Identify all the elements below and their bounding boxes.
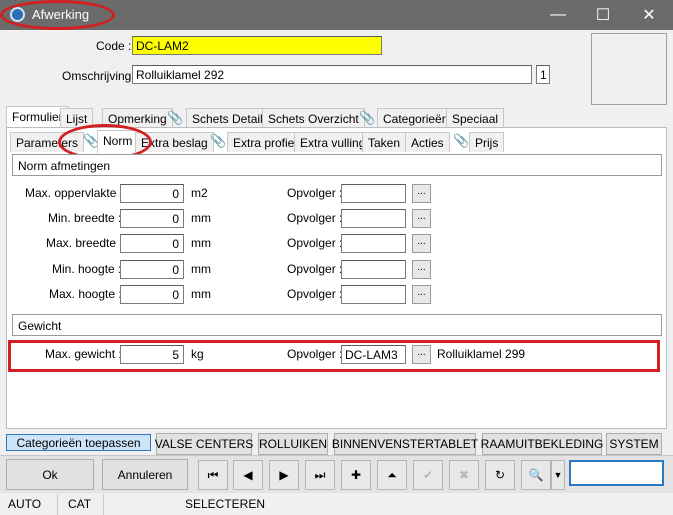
- omschrijving-label: Omschrijving :: [62, 69, 139, 83]
- annuleren-button[interactable]: Annuleren: [102, 459, 188, 490]
- row-label: Max. breedte :: [46, 236, 123, 250]
- status-mode: SELECTEREN: [185, 497, 266, 511]
- subtab-taken[interactable]: Taken: [362, 132, 407, 152]
- code-field[interactable]: DC-LAM2: [132, 36, 382, 55]
- row-label: Min. breedte :: [48, 211, 122, 225]
- confirm-icon[interactable]: ✔: [413, 460, 443, 490]
- category-valse-centers[interactable]: VALSE CENTERS: [155, 433, 253, 455]
- close-button[interactable]: ✕: [626, 0, 672, 30]
- value-field[interactable]: 0: [120, 184, 184, 203]
- ok-button[interactable]: Ok: [6, 459, 94, 490]
- opvolger-lookup-button[interactable]: ...: [412, 209, 431, 228]
- subtab-prijs[interactable]: Prijs: [469, 132, 505, 152]
- value-field[interactable]: 0: [120, 260, 184, 279]
- tab-schets-overzicht[interactable]: Schets Overzicht: [262, 108, 365, 128]
- opvolger-field[interactable]: [341, 260, 406, 279]
- search-input[interactable]: [569, 460, 664, 486]
- opvolger-field[interactable]: [341, 234, 406, 253]
- highlight-title: [0, 0, 115, 30]
- find-icon[interactable]: 🔍: [521, 460, 551, 490]
- minimize-button[interactable]: —: [535, 0, 581, 30]
- category-rolluiken[interactable]: ROLLUIKEN: [258, 433, 328, 455]
- next-record-icon[interactable]: ▶: [269, 460, 299, 490]
- paperclip-icon: 📎: [453, 133, 470, 148]
- add-icon[interactable]: ✚: [341, 460, 371, 490]
- tab-speciaal[interactable]: Speciaal: [446, 108, 505, 128]
- section-gewicht: Gewicht: [12, 314, 662, 336]
- section-norm-afmetingen: Norm afmetingen: [12, 154, 662, 176]
- paperclip-icon: 📎: [167, 110, 184, 125]
- tab-categorieen[interactable]: Categorieën: [377, 108, 455, 128]
- value-field[interactable]: 0: [120, 209, 184, 228]
- opvolger-label: Opvolger :: [287, 211, 343, 225]
- row-label: Max. hoogte :: [49, 287, 122, 301]
- row-label: Max. oppervlakte :: [25, 186, 124, 200]
- category-binnenvenstertablet[interactable]: BINNENVENSTERTABLET: [332, 433, 478, 455]
- unit-label: m2: [191, 186, 208, 200]
- paperclip-icon: 📎: [210, 133, 227, 148]
- opvolger-field[interactable]: [341, 184, 406, 203]
- opvolger-label: Opvolger :: [287, 186, 343, 200]
- opvolger-label: Opvolger :: [287, 262, 343, 276]
- category-system[interactable]: SYSTEM: [606, 433, 662, 455]
- opvolger-field[interactable]: [341, 209, 406, 228]
- subtab-extra-profiel[interactable]: Extra profiel: [227, 132, 304, 152]
- status-auto: AUTO: [0, 494, 58, 515]
- highlight-gewicht-row: [8, 340, 660, 372]
- opvolger-lookup-button[interactable]: ...: [412, 285, 431, 304]
- opvolger-lookup-button[interactable]: ...: [412, 184, 431, 203]
- subtab-extra-vulling[interactable]: Extra vulling: [294, 132, 372, 152]
- opvolger-field[interactable]: [341, 285, 406, 304]
- category-raamuitbekleding[interactable]: RAAMUITBEKLEDING: [481, 433, 603, 455]
- code-label: Code :: [96, 39, 132, 53]
- opvolger-label: Opvolger :: [287, 236, 343, 250]
- row-label: Min. hoogte :: [52, 262, 122, 276]
- value-field[interactable]: 0: [120, 285, 184, 304]
- previous-record-icon[interactable]: ◀: [233, 460, 263, 490]
- unit-label: mm: [191, 262, 211, 276]
- categorieen-toepassen-button[interactable]: Categorieën toepassen: [6, 434, 151, 451]
- value-field[interactable]: 0: [120, 234, 184, 253]
- maximize-button[interactable]: ☐: [580, 0, 626, 30]
- last-record-icon[interactable]: ⏭: [305, 460, 335, 490]
- unit-label: mm: [191, 236, 211, 250]
- opvolger-lookup-button[interactable]: ...: [412, 260, 431, 279]
- subtab-acties[interactable]: Acties: [405, 132, 450, 152]
- up-icon[interactable]: ⏶: [377, 460, 407, 490]
- opvolger-label: Opvolger :: [287, 287, 343, 301]
- refresh-icon[interactable]: ↻: [485, 460, 515, 490]
- tab-schets-detail[interactable]: Schets Detail: [186, 108, 269, 128]
- first-record-icon[interactable]: ⏮: [198, 460, 228, 490]
- paperclip-icon: 📎: [359, 110, 376, 125]
- opvolger-lookup-button[interactable]: ...: [412, 234, 431, 253]
- unit-label: mm: [191, 211, 211, 225]
- dropdown-arrow-icon[interactable]: ▼: [551, 460, 565, 490]
- omschrijving-count: 1: [536, 65, 550, 84]
- status-cat: CAT: [58, 494, 104, 515]
- unit-label: mm: [191, 287, 211, 301]
- omschrijving-field[interactable]: Rolluiklamel 292: [132, 65, 532, 84]
- delete-icon[interactable]: ✖: [449, 460, 479, 490]
- image-preview[interactable]: [591, 33, 667, 105]
